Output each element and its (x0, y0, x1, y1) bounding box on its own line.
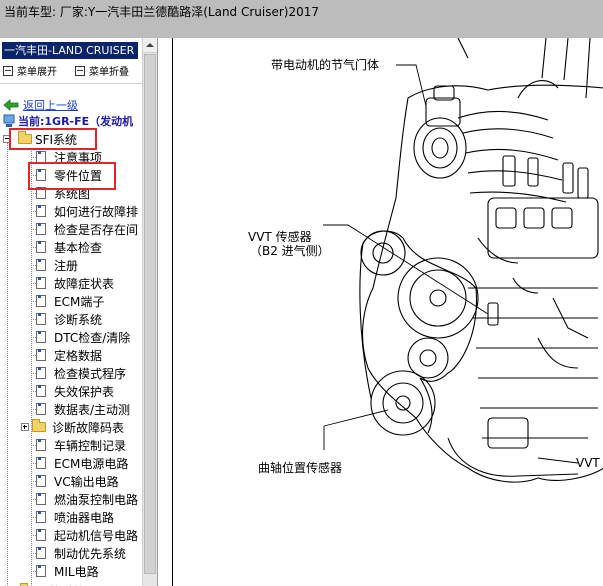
tree-item-label: 诊断故障码表 (52, 420, 125, 435)
document-icon (36, 205, 46, 217)
tree-item[interactable]: ECM电源电路 (31, 454, 129, 472)
collapse-icon (75, 65, 85, 76)
scroll-up-button[interactable] (143, 38, 157, 53)
tree-item-label: DTC检查/清除 (54, 330, 131, 345)
window-title: 当前车型: 厂家:Y一汽丰田兰德酷路泽(Land Cruiser)2017 (4, 5, 320, 19)
title-bar: 当前车型: 厂家:Y一汽丰田兰德酷路泽(Land Cruiser)2017 (0, 0, 603, 38)
tree-item[interactable]: 制动优先系统 (31, 544, 127, 562)
tree-item[interactable]: 巡航系统 (9, 582, 85, 586)
document-icon (36, 439, 46, 451)
document-icon (36, 529, 46, 541)
tree-item-label: 数据表/主动测 (54, 402, 131, 417)
tree-item-label: 故障症状表 (54, 276, 115, 291)
expand-icon (3, 65, 13, 76)
document-icon (36, 403, 46, 415)
tree-item[interactable]: 喷油器电路 (31, 508, 115, 526)
tree-item[interactable]: 基本检查 (31, 238, 103, 256)
scroll-thumb[interactable] (144, 54, 156, 574)
navigation-panel: 一汽丰田-LAND CRUISER 菜单展开 菜单折叠 返回上一级 当前:1GR… (0, 38, 142, 586)
tree-item-label: 注册 (54, 258, 79, 273)
tree-line (31, 148, 32, 586)
engine-diagram (323, 38, 603, 483)
tree-item[interactable]: 注册 (31, 256, 79, 274)
tree-item[interactable]: 定格数据 (31, 346, 103, 364)
tree-item[interactable]: 故障症状表 (31, 274, 115, 292)
label-crankshaft-sensor: 曲轴位置传感器 (258, 461, 343, 475)
diagram-viewer: 带电动机的节气门体 VVT 传感器 （B2 进气侧） 曲轴位置传感器 VVT (157, 38, 603, 586)
tree-item[interactable]: MIL电路 (31, 562, 99, 580)
document-icon (36, 565, 46, 577)
tree-item-label: 失效保护表 (54, 384, 115, 399)
back-link-label: 返回上一级 (23, 99, 78, 112)
document-icon (36, 331, 46, 343)
tree-item-label: MIL电路 (54, 564, 99, 579)
tree-item-label: 检查模式程序 (54, 366, 127, 381)
tree-item-label: 燃油泵控制电路 (54, 492, 139, 507)
back-arrow-icon (3, 99, 19, 111)
tree-item[interactable]: 诊断系统 (31, 310, 103, 328)
document-icon (36, 475, 46, 487)
tree-item[interactable]: ECM端子 (31, 292, 105, 310)
page-edge (172, 38, 173, 586)
tree-item[interactable]: 检查是否存在间 (31, 220, 139, 238)
document-icon (36, 367, 46, 379)
folder-icon (32, 419, 46, 432)
tree-item-label: 定格数据 (54, 348, 103, 363)
label-vvt-sensor-side: （B2 进气侧） (250, 244, 330, 258)
document-icon (36, 511, 46, 523)
document-icon (36, 259, 46, 271)
nav-scrollbar[interactable] (142, 38, 157, 586)
menu-toolbar: 菜单展开 菜单折叠 (0, 63, 142, 79)
tree-item-label: 车辆控制记录 (54, 438, 127, 453)
menu-collapse-button[interactable]: 菜单折叠 (75, 63, 129, 78)
tree-item[interactable]: 失效保护表 (31, 382, 115, 400)
document-icon (36, 457, 46, 469)
highlight-box-parts-location (28, 162, 116, 190)
tree-item[interactable]: 起动机信号电路 (31, 526, 139, 544)
document-icon (36, 277, 46, 289)
tree-item-label: ECM端子 (54, 294, 105, 309)
expand-toggle-icon[interactable] (21, 423, 29, 431)
highlight-box-sfi (9, 128, 97, 150)
document-icon (36, 547, 46, 559)
computer-icon (3, 114, 15, 127)
document-icon (36, 313, 46, 325)
menu-expand-label: 菜单展开 (17, 67, 57, 78)
divider (0, 83, 142, 84)
tree-item[interactable]: 数据表/主动测 (31, 400, 131, 418)
current-node-label: 当前:1GR-FE（发动机 (18, 115, 134, 128)
document-icon (36, 493, 46, 505)
document-icon (36, 223, 46, 235)
tree-item[interactable]: 燃油泵控制电路 (31, 490, 139, 508)
tree-line (7, 138, 8, 586)
tree-item-label: 如何进行故障排 (54, 204, 139, 219)
tree-item-label: 诊断系统 (54, 312, 103, 327)
tree-item[interactable]: 如何进行故障排 (31, 202, 139, 220)
tree-item[interactable]: 车辆控制记录 (31, 436, 127, 454)
tree-item-label: VC输出电路 (54, 474, 119, 489)
menu-collapse-label: 菜单折叠 (89, 67, 129, 78)
tree-item-label: 喷油器电路 (54, 510, 115, 525)
tree-item-label: 起动机信号电路 (54, 528, 139, 543)
label-throttle-body: 带电动机的节气门体 (271, 58, 380, 72)
document-icon (36, 349, 46, 361)
document-icon (36, 295, 46, 307)
tree-item-label: 检查是否存在间 (54, 222, 139, 237)
tree-item-label: 制动优先系统 (54, 546, 127, 561)
tree-item-label: 基本检查 (54, 240, 103, 255)
label-vvt-right: VVT (576, 456, 600, 470)
tree-item[interactable]: DTC检查/清除 (31, 328, 131, 346)
document-icon (36, 385, 46, 397)
menu-expand-button[interactable]: 菜单展开 (3, 63, 57, 78)
tree-item[interactable]: 检查模式程序 (31, 364, 127, 382)
model-header: 一汽丰田-LAND CRUISER (2, 42, 138, 59)
tree-item[interactable]: 诊断故障码表 (21, 418, 124, 436)
tree-item-label: ECM电源电路 (54, 456, 129, 471)
document-icon (36, 241, 46, 253)
tree-item-label: 巡航系统 (37, 583, 85, 586)
tree-item[interactable]: VC输出电路 (31, 472, 119, 490)
